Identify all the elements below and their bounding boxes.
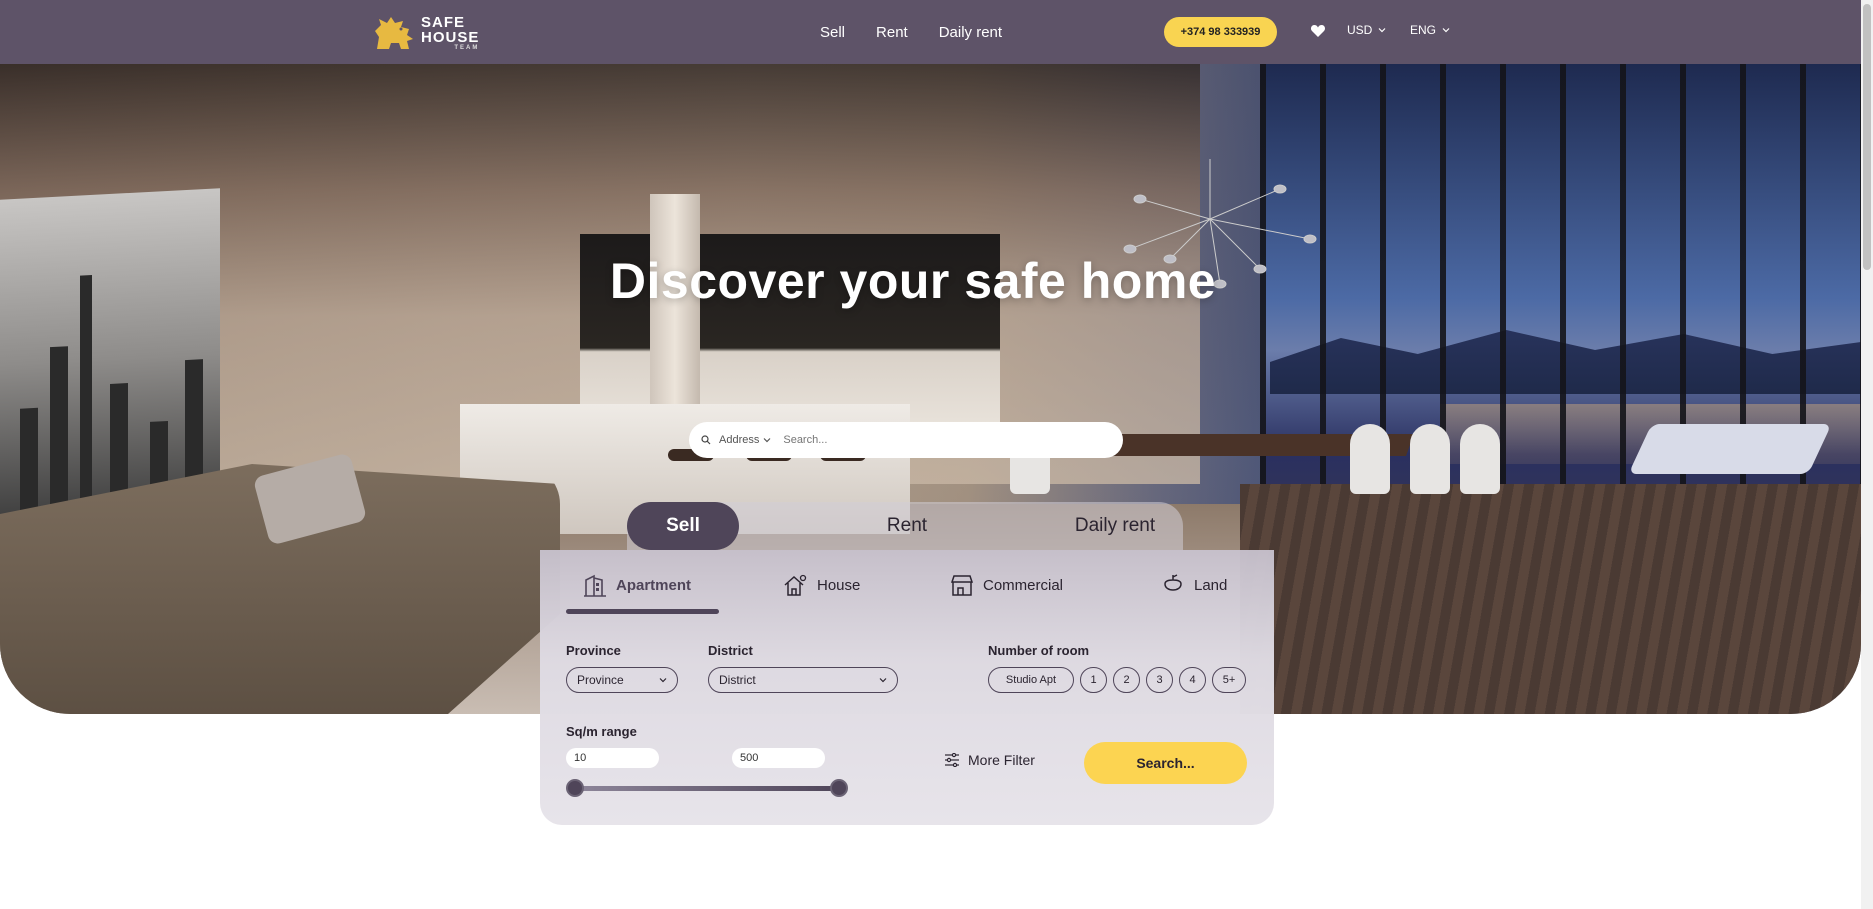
- house-icon: [784, 574, 807, 596]
- more-filter-label: More Filter: [968, 752, 1035, 768]
- address-filter-label: Address: [719, 434, 760, 446]
- site-header: SAFE HOUSE TEAM Sell Rent Daily rent +37…: [0, 0, 1861, 64]
- search-icon: [701, 435, 711, 445]
- tab-daily-rent[interactable]: Daily rent: [1047, 502, 1183, 550]
- language-dropdown[interactable]: ENG: [1410, 23, 1450, 37]
- sqm-max-input[interactable]: 500: [732, 748, 825, 768]
- more-filter-button[interactable]: More Filter: [944, 752, 1035, 768]
- logo-line-2: HOUSE: [421, 29, 480, 46]
- filter-panel: Apartment House Commercial Land Province…: [540, 550, 1274, 825]
- room-chip-studio[interactable]: Studio Apt: [988, 667, 1074, 693]
- type-commercial-label: Commercial: [983, 576, 1064, 594]
- nav-rent[interactable]: Rent: [876, 24, 908, 41]
- rooms-label: Number of room: [988, 643, 1090, 658]
- chevron-down-icon: [1442, 28, 1450, 33]
- hero-search-input[interactable]: [783, 434, 1084, 446]
- tab-sell[interactable]: Sell: [627, 502, 739, 550]
- phone-button[interactable]: +374 98 333939: [1164, 17, 1277, 47]
- type-commercial[interactable]: Commercial: [949, 572, 1063, 598]
- heart-icon[interactable]: [1310, 23, 1326, 39]
- type-house-label: House: [817, 576, 861, 594]
- logo-lion-icon: [375, 17, 413, 49]
- address-filter-dropdown[interactable]: Address: [719, 434, 771, 446]
- district-value: District: [719, 673, 756, 687]
- art-building: [80, 274, 92, 526]
- room-chip-1[interactable]: 1: [1080, 667, 1107, 693]
- hero-chair: [1410, 424, 1450, 494]
- province-label: Province: [566, 643, 621, 658]
- room-chip-4[interactable]: 4: [1179, 667, 1206, 693]
- language-value: ENG: [1410, 23, 1437, 37]
- currency-dropdown[interactable]: USD: [1347, 23, 1386, 37]
- hero-deck: [1240, 484, 1861, 714]
- province-value: Province: [577, 673, 624, 687]
- page-scrollbar[interactable]: [1861, 0, 1873, 909]
- district-label: District: [708, 643, 753, 658]
- apartment-icon: [584, 574, 606, 597]
- filter-sliders-icon: [945, 753, 959, 767]
- active-type-underline: [566, 609, 719, 614]
- sqm-max-handle[interactable]: [830, 779, 848, 797]
- deal-type-tabs: Sell Rent Daily rent: [627, 502, 1183, 550]
- chevron-down-icon: [659, 678, 667, 683]
- sqm-range-label: Sq/m range: [566, 724, 637, 739]
- type-apartment[interactable]: Apartment: [582, 572, 691, 598]
- scrollbar-thumb[interactable]: [1863, 4, 1871, 270]
- sqm-range-track[interactable]: [576, 786, 840, 791]
- currency-value: USD: [1347, 23, 1373, 37]
- nav-daily-rent[interactable]: Daily rent: [939, 24, 1002, 41]
- type-house[interactable]: House: [783, 572, 860, 598]
- art-building: [50, 346, 68, 528]
- chevron-down-icon: [1378, 28, 1386, 33]
- page: SAFE HOUSE TEAM Sell Rent Daily rent +37…: [0, 0, 1873, 909]
- sqm-min-input[interactable]: 10: [566, 748, 659, 768]
- hero-lounger: [1628, 424, 1832, 474]
- logo-text: SAFE HOUSE TEAM: [421, 15, 479, 51]
- chevron-down-icon: [763, 438, 771, 443]
- tab-rent[interactable]: Rent: [847, 502, 967, 550]
- search-button[interactable]: Search...: [1084, 742, 1247, 784]
- type-land[interactable]: Land: [1160, 572, 1227, 598]
- logo-line-3: TEAM: [454, 45, 480, 51]
- hero-chair: [1460, 424, 1500, 494]
- logo-line-1: SAFE: [421, 14, 466, 31]
- type-land-label: Land: [1194, 576, 1228, 594]
- chevron-down-icon: [879, 678, 887, 683]
- land-icon: [1164, 574, 1182, 591]
- hero-search-bar: Address: [689, 422, 1123, 458]
- hero-column: [650, 194, 700, 434]
- hero-title: Discover your safe home: [609, 253, 1217, 309]
- nav-sell[interactable]: Sell: [820, 24, 845, 41]
- type-apartment-label: Apartment: [616, 576, 692, 594]
- hero-chair: [1350, 424, 1390, 494]
- province-select[interactable]: Province: [566, 667, 678, 693]
- district-select[interactable]: District: [708, 667, 898, 693]
- logo[interactable]: SAFE HOUSE TEAM: [373, 14, 489, 52]
- room-chip-5plus[interactable]: 5+: [1212, 667, 1246, 693]
- room-chip-3[interactable]: 3: [1146, 667, 1173, 693]
- sqm-min-handle[interactable]: [566, 779, 584, 797]
- commercial-icon: [950, 575, 974, 596]
- main-nav: Sell Rent Daily rent: [820, 0, 1002, 64]
- room-chip-2[interactable]: 2: [1113, 667, 1140, 693]
